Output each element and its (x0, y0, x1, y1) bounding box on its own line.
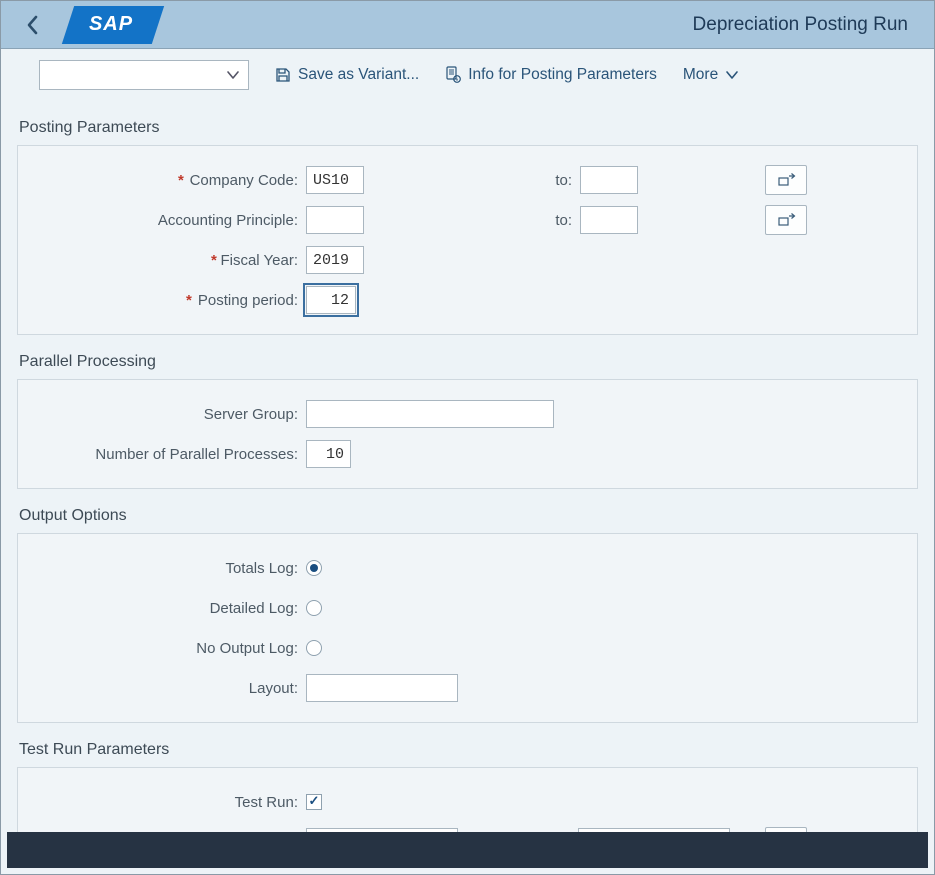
accounting-principle-to-field[interactable] (580, 206, 638, 234)
info-posting-parameters-label: Info for Posting Parameters (468, 66, 657, 84)
detailed-log-radio[interactable] (306, 600, 322, 616)
detailed-log-label: Detailed Log: (28, 600, 306, 617)
multiple-selection-accounting-principle-button[interactable] (765, 205, 807, 235)
totals-log-label: Totals Log: (28, 560, 306, 577)
chevron-down-icon (226, 70, 240, 80)
save-icon (275, 67, 291, 83)
test-run-checkbox[interactable] (306, 794, 322, 810)
chevron-left-icon (26, 15, 40, 35)
variant-select[interactable] (39, 60, 249, 90)
accounting-principle-to-label: to: (364, 212, 580, 229)
section-posting-parameters: Company Code: to: Accounting Principle: … (17, 145, 918, 335)
section-title-output-options: Output Options (19, 507, 918, 525)
section-title-test-run-parameters: Test Run Parameters (19, 741, 918, 759)
accounting-principle-label: Accounting Principle: (28, 212, 306, 229)
back-button[interactable] (13, 1, 53, 49)
chevron-down-icon (725, 70, 739, 80)
fiscal-year-field[interactable] (306, 246, 364, 274)
accounting-principle-field[interactable] (306, 206, 364, 234)
server-group-field[interactable] (306, 400, 554, 428)
section-parallel-processing: Server Group: Number of Parallel Process… (17, 379, 918, 489)
status-bar (7, 832, 928, 868)
section-title-parallel-processing: Parallel Processing (19, 353, 918, 371)
company-code-to-field[interactable] (580, 166, 638, 194)
fiscal-year-label: Fiscal Year: (28, 252, 306, 269)
company-code-field[interactable] (306, 166, 364, 194)
sap-logo: SAP (68, 6, 158, 44)
no-output-log-label: No Output Log: (28, 640, 306, 657)
section-title-posting-parameters: Posting Parameters (19, 119, 918, 137)
layout-label: Layout: (28, 680, 306, 697)
multiple-selection-company-code-button[interactable] (765, 165, 807, 195)
test-run-label: Test Run: (28, 794, 306, 811)
info-posting-parameters-button[interactable]: Info for Posting Parameters (445, 66, 657, 84)
more-menu[interactable]: More (683, 66, 739, 84)
more-label: More (683, 66, 718, 84)
layout-field[interactable] (306, 674, 458, 702)
section-output-options: Totals Log: Detailed Log: No Output Log:… (17, 533, 918, 723)
save-as-variant-label: Save as Variant... (298, 66, 419, 84)
posting-period-field[interactable] (306, 286, 356, 314)
posting-period-label: Posting period: (28, 292, 306, 309)
page-title: Depreciation Posting Run (693, 14, 922, 36)
multiple-selection-icon (776, 212, 796, 228)
title-bar: SAP Depreciation Posting Run (1, 1, 934, 49)
no-output-log-radio[interactable] (306, 640, 322, 656)
save-as-variant-button[interactable]: Save as Variant... (275, 66, 419, 84)
document-info-icon (445, 67, 461, 83)
server-group-label: Server Group: (28, 406, 306, 423)
toolbar: Save as Variant... Info for Posting Para… (1, 49, 934, 101)
totals-log-radio[interactable] (306, 560, 322, 576)
num-parallel-processes-label: Number of Parallel Processes: (28, 446, 306, 463)
multiple-selection-icon (776, 172, 796, 188)
company-code-to-label: to: (364, 172, 580, 189)
num-parallel-processes-field[interactable] (306, 440, 351, 468)
company-code-label: Company Code: (28, 172, 306, 189)
